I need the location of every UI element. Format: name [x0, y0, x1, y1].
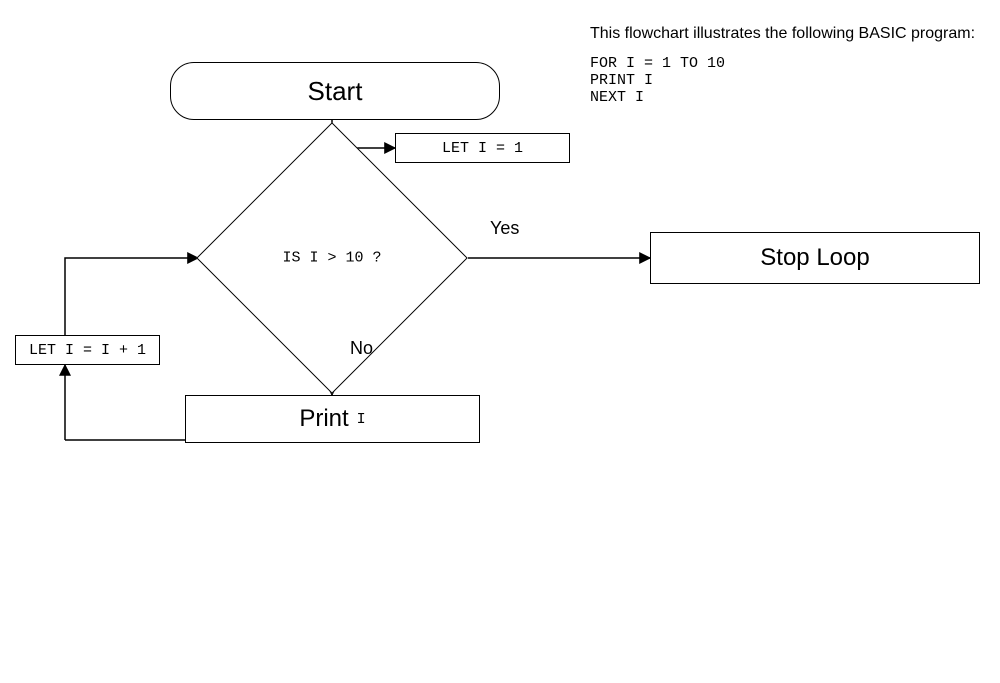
- basic-code: FOR I = 1 TO 10 PRINT I NEXT I: [590, 55, 725, 106]
- caption-text: This flowchart illustrates the following…: [590, 25, 975, 43]
- print-node: Print I: [185, 395, 480, 443]
- start-label: Start: [308, 76, 363, 107]
- increment-node: LET I = I + 1: [15, 335, 160, 365]
- yes-label: Yes: [490, 218, 519, 239]
- flowchart-canvas: Start LET I = 1 IS I > 10 ? Yes No Stop …: [0, 0, 1000, 683]
- no-label: No: [350, 338, 373, 359]
- increment-label: LET I = I + 1: [29, 342, 146, 359]
- init-label: LET I = 1: [442, 140, 523, 157]
- start-node: Start: [170, 62, 500, 120]
- decision-label: IS I > 10 ?: [282, 250, 381, 267]
- stop-label: Stop Loop: [760, 244, 869, 272]
- init-node: LET I = 1: [395, 133, 570, 163]
- stop-node: Stop Loop: [650, 232, 980, 284]
- print-word: Print: [299, 405, 348, 433]
- print-var: I: [357, 411, 366, 428]
